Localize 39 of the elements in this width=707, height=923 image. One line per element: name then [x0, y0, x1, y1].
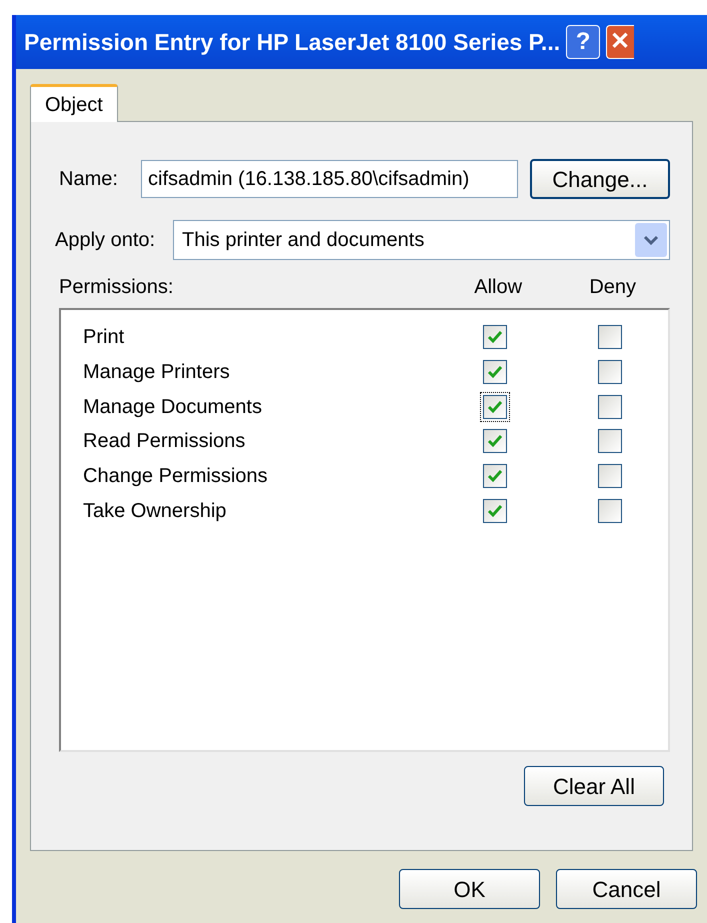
close-button[interactable]: ✕ — [606, 25, 634, 59]
permission-name: Read Permissions — [82, 429, 246, 454]
dialog-button[interactable]: OK — [399, 869, 540, 909]
column-header: Allow — [473, 275, 524, 300]
permission-name: Change Permissions — [82, 464, 269, 490]
checkbox[interactable] — [482, 360, 507, 384]
dialog-button[interactable]: Cancel — [556, 869, 697, 909]
dialog-button[interactable]: Change... — [530, 159, 670, 199]
check-icon — [486, 502, 503, 519]
checkbox[interactable] — [598, 498, 622, 523]
permission-name: Take Ownership — [82, 498, 228, 524]
column-header: Deny — [588, 275, 638, 300]
permissions-label: Permissions: — [59, 275, 174, 300]
checkbox[interactable] — [482, 464, 507, 488]
window-title: Permission Entry for HP LaserJet 8100 Series P... — [24, 28, 560, 57]
check-icon — [486, 468, 503, 484]
field-label: Name: — [59, 167, 119, 192]
name-field[interactable]: cifsadmin (16.138.185.80\cifsadmin) — [141, 160, 518, 198]
permission-name: Manage Documents — [82, 394, 263, 420]
checkbox[interactable] — [482, 394, 507, 419]
checkbox[interactable] — [598, 325, 622, 350]
checkbox[interactable] — [598, 360, 622, 384]
checkbox[interactable] — [598, 464, 622, 488]
permission-name: Print — [82, 325, 126, 350]
tab[interactable]: Object — [30, 84, 118, 122]
dialog-button[interactable]: Clear All — [524, 766, 664, 806]
check-icon — [486, 433, 503, 450]
checkbox[interactable] — [482, 429, 507, 454]
permission-name: Manage Printers — [82, 360, 231, 386]
checkbox[interactable] — [598, 429, 622, 454]
checkbox[interactable] — [598, 394, 622, 419]
help-button[interactable]: ? — [566, 25, 600, 59]
check-icon — [486, 329, 503, 346]
field-label: Apply onto: — [55, 228, 156, 253]
check-icon — [486, 364, 503, 380]
checkbox[interactable] — [482, 498, 507, 523]
check-icon — [486, 398, 503, 415]
checkbox[interactable] — [482, 325, 507, 350]
apply-onto-dropdown[interactable]: This printer and documents — [173, 220, 670, 260]
